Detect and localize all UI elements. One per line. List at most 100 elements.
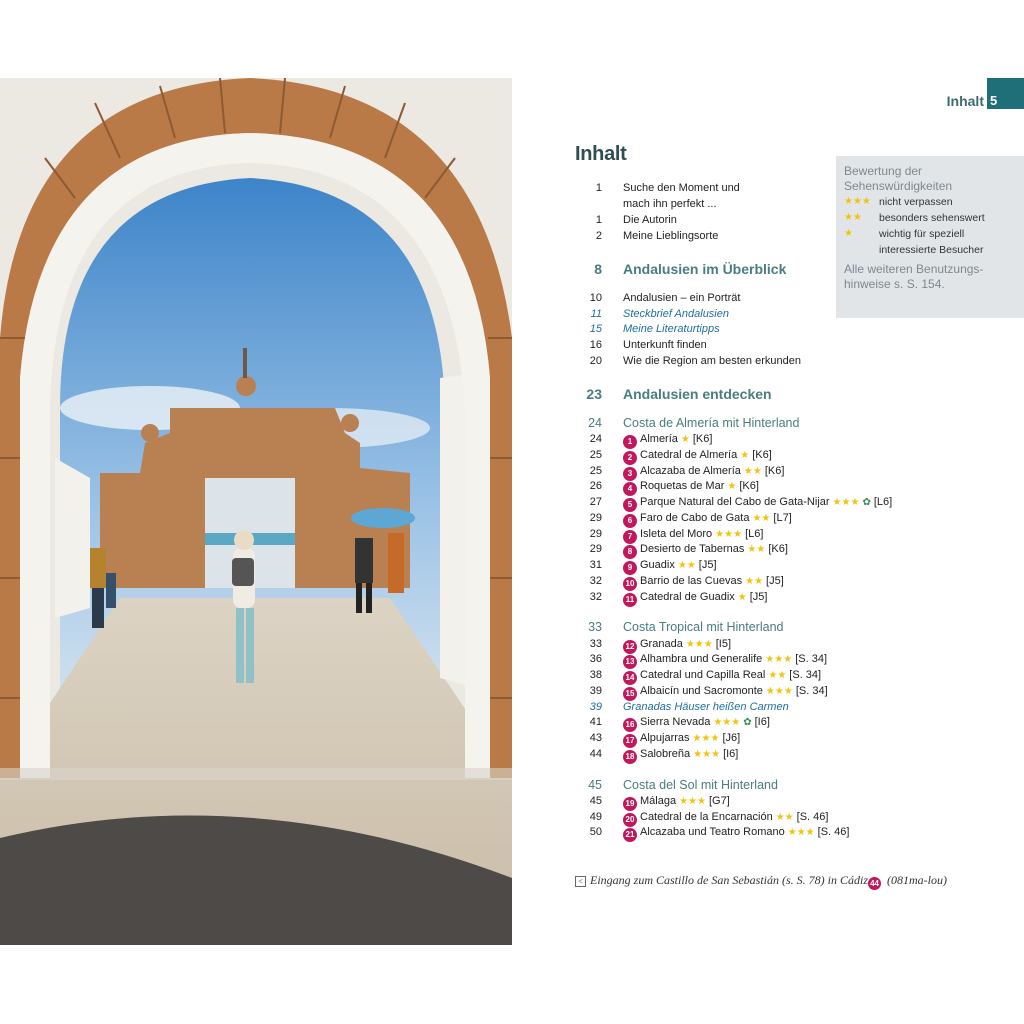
star-icon: ★★★ — [713, 717, 741, 728]
toc-page-number: 29 — [589, 543, 602, 555]
toc-page-number: 41 — [589, 716, 602, 728]
toc-page-number: 45 — [588, 778, 602, 792]
map-reference: [I6] — [754, 716, 770, 728]
sight-name: Granada — [640, 638, 683, 650]
map-reference: [J5] — [766, 575, 784, 587]
page-number-tab: 5 — [987, 78, 1024, 109]
star-icon: ★★★ — [765, 654, 793, 665]
toc-page-number: 36 — [589, 653, 602, 665]
star-icon: ★★ — [752, 513, 771, 524]
toc-sight-text: 19 Málaga ★★★ [G7] — [623, 794, 730, 811]
toc-page-number: 32 — [589, 591, 602, 603]
toc-page-number: 32 — [589, 575, 602, 587]
sight-name: Sierra Nevada — [640, 716, 711, 728]
running-header-label: Inhalt — [946, 93, 984, 109]
map-reference: [K6] — [764, 465, 785, 477]
rating-row: ★ wichtig für speziell interessierte Bes… — [844, 226, 1024, 256]
sight-number-badge: 6 — [623, 514, 637, 528]
map-reference: [L7] — [773, 512, 792, 524]
map-reference: [S. 34] — [795, 685, 828, 697]
sight-number-badge: 4 — [623, 482, 637, 496]
star-icon: ★★ — [768, 670, 787, 681]
star-icon: ★★ — [747, 544, 766, 555]
star-icon: ★ — [727, 481, 737, 492]
star-icon: ★★★ — [693, 749, 721, 760]
map-reference: [S. 46] — [796, 811, 829, 823]
star-icon: ★★★ — [787, 827, 815, 838]
caption-text: Eingang zum Castillo de San Sebastián (s… — [590, 873, 869, 887]
toc-sight-text: 5 Parque Natural del Cabo de Gata-Nijar ★★… — [623, 495, 892, 512]
sight-number-badge: 9 — [623, 561, 637, 575]
sight-name: Desierto de Tabernas — [640, 543, 745, 555]
star-icon: ★★ — [844, 212, 862, 223]
sight-name: Salobreña — [640, 748, 691, 760]
sight-number-badge: 44 — [868, 877, 882, 890]
toc-entry-text: Andalusien im Überblick — [623, 261, 787, 277]
toc-entry-text: Steckbrief Andalusien — [623, 308, 729, 320]
sight-number-badge: 1 — [623, 435, 637, 449]
sight-number-badge: 5 — [623, 498, 637, 512]
sight-name: Almería — [640, 433, 678, 445]
toc-sight-text: 6 Faro de Cabo de Gata ★★ [L7] — [623, 511, 792, 528]
toc-sight-text: 9 Guadix ★★ [J5] — [623, 558, 717, 575]
toc-page-number: 44 — [589, 748, 602, 760]
toc-page-number: 8 — [594, 261, 602, 277]
toc-sight-text: 11 Catedral de Guadix ★ [J5] — [623, 590, 767, 607]
star-icon: ★★★ — [765, 686, 793, 697]
cover-photo — [0, 78, 512, 945]
map-reference: [S. 46] — [817, 826, 850, 838]
toc-entry-text: Costa del Sol mit Hinterland — [623, 778, 778, 792]
map-reference: [G7] — [708, 795, 730, 807]
star-icon: ★ — [737, 592, 747, 603]
toc-page-number: 2 — [595, 230, 602, 242]
toc-page-number: 29 — [589, 528, 602, 540]
toc-entry-text: Wie die Region am besten erkunden — [623, 355, 801, 367]
page-title: Inhalt — [575, 143, 627, 165]
toc-page-number: 27 — [589, 496, 602, 508]
toc-sight-text: 18 Salobreña ★★★ [I6] — [623, 747, 738, 764]
toc-page-number: 15 — [589, 323, 602, 335]
rating-legend-heading: Bewertung der Sehenswürdigkeiten — [844, 164, 953, 193]
toc-entry-text: Costa Tropical mit Hinterland — [623, 620, 784, 634]
toc-page-number: 39 — [589, 685, 602, 697]
map-reference: [K6] — [752, 449, 772, 461]
nature-icon: ✿ — [743, 717, 752, 728]
sight-name: Catedral de Almería — [640, 449, 738, 461]
caption-code: (081ma-lou) — [884, 873, 948, 887]
sight-name: Alcazaba und Teatro Romano — [640, 826, 785, 838]
toc-entry-text: Suche den Moment und — [623, 182, 740, 194]
toc-page-number: 26 — [589, 480, 602, 492]
rating-row: ★★ besonders sehenswert — [844, 210, 1024, 226]
nature-icon: ✿ — [862, 497, 871, 508]
toc-entry-text: Unterkunft finden — [623, 339, 707, 351]
toc-page-number: 39 — [589, 701, 602, 713]
photo-caption: < Eingang zum Castillo de San Sebastián (… — [575, 873, 947, 890]
rating-row: ★★★ nicht verpassen — [844, 194, 1024, 210]
map-reference: [K6] — [692, 433, 713, 445]
toc-page-number: 24 — [588, 416, 602, 430]
star-icon: ★ — [680, 434, 690, 445]
sight-number-badge: 14 — [623, 671, 637, 685]
sight-number-badge: 18 — [623, 750, 637, 764]
sight-name: Guadix — [640, 559, 675, 571]
sight-name: Isleta del Moro — [640, 528, 713, 540]
sight-number-badge: 17 — [623, 734, 637, 748]
toc-sight-text: 15 Albaicín und Sacromonte ★★★ [S. 34] — [623, 684, 828, 701]
sight-number-badge: 11 — [623, 593, 637, 607]
toc-page-number: 25 — [589, 465, 602, 477]
map-reference: [S. 34] — [789, 669, 822, 681]
map-reference: [I5] — [715, 638, 732, 650]
toc-sight-text: 16 Sierra Nevada ★★★ ✿ [I6] — [623, 715, 770, 732]
star-icon: ★★★ — [692, 733, 720, 744]
toc-page-number: 38 — [589, 669, 602, 681]
toc-page-number: 49 — [589, 811, 602, 823]
toc-page-number: 1 — [595, 182, 602, 194]
sight-name: Roquetas de Mar — [640, 480, 725, 492]
map-reference: [I6] — [723, 748, 739, 760]
sight-number-badge: 15 — [623, 687, 637, 701]
sight-name: Catedral und Capilla Real — [640, 669, 766, 681]
star-icon: ★★★ — [679, 796, 706, 807]
sight-number-badge: 2 — [623, 451, 637, 465]
toc-page-number: 45 — [589, 795, 602, 807]
map-reference: [J6] — [722, 732, 741, 744]
